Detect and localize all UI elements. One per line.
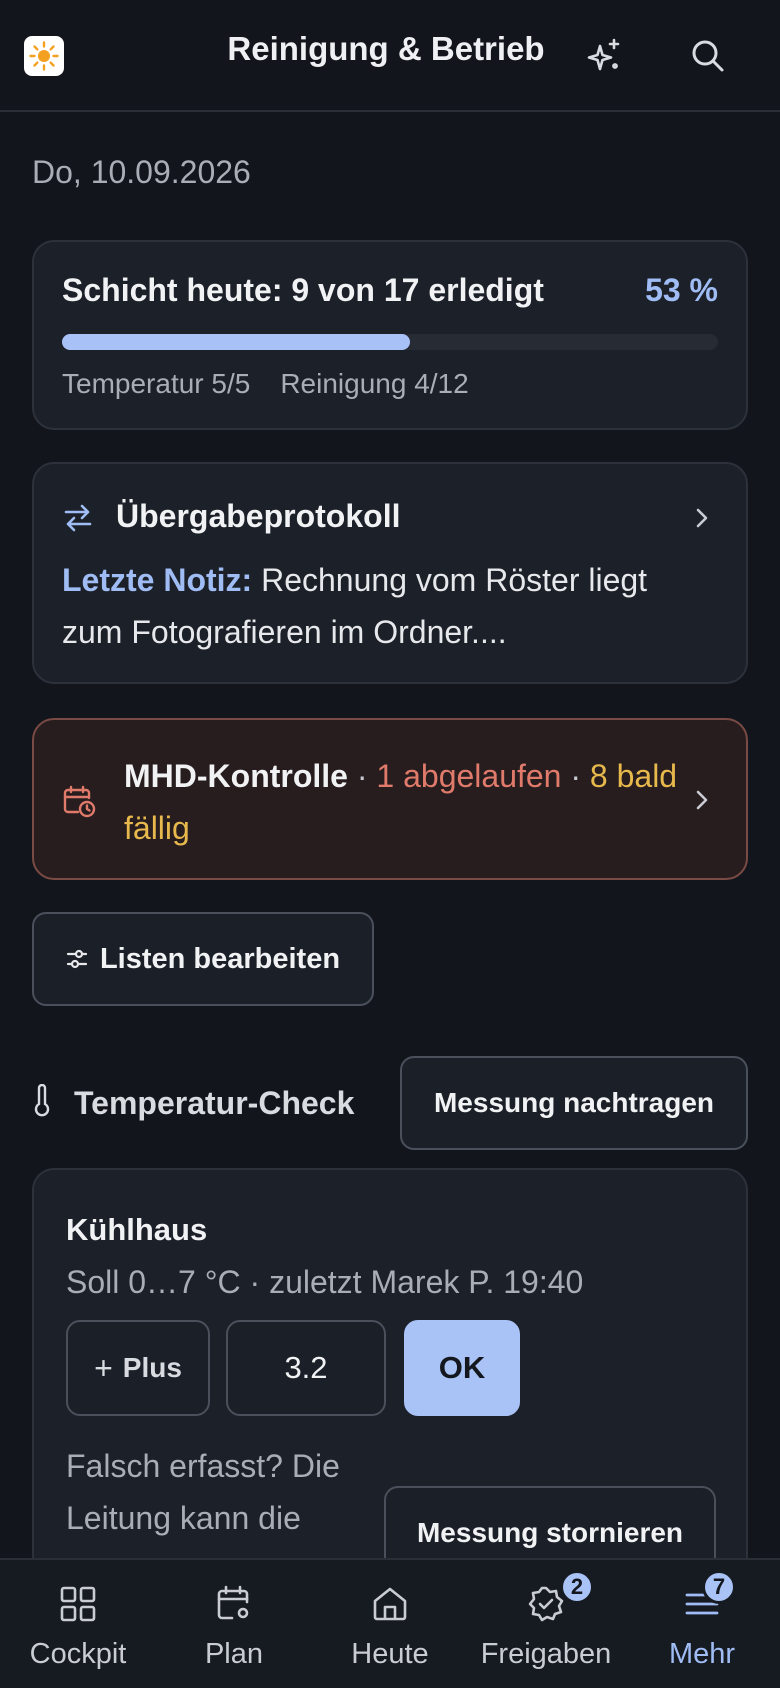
top-bar: Reinigung & Betrieb: [0, 0, 780, 112]
handover-note: Letzte Notiz: Rechnung vom Röster liegt …: [62, 554, 702, 658]
chevron-right-icon: [690, 506, 714, 530]
plus-label: Plus: [122, 1352, 182, 1383]
ok-button[interactable]: OK: [404, 1320, 520, 1416]
home-icon: [368, 1582, 412, 1626]
nav-item-plan[interactable]: Plan: [156, 1560, 312, 1688]
note-label: Letzte Notiz:: [62, 562, 253, 598]
more-badge: 7: [702, 1570, 736, 1604]
shift-progress-bar: [62, 334, 718, 350]
handover-card[interactable]: Übergabeprotokoll Letzte Notiz: Rechnung…: [32, 462, 748, 684]
mhd-title: MHD-Kontrolle: [124, 758, 348, 794]
thermometer-icon: [32, 1083, 52, 1123]
nav-label-more: Mehr: [668, 1638, 736, 1670]
mhd-summary: MHD-Kontrolle · 1 abgelaufen · 8 bald fä…: [124, 750, 684, 854]
mhd-separator: ·: [347, 758, 377, 794]
shift-percent: 53 %: [645, 272, 718, 308]
temperature-count: Temperatur 5/5: [62, 368, 251, 399]
shift-progress-card: Schicht heute: 9 von 17 erledigt 53 % Te…: [32, 240, 748, 430]
mhd-expired: 1 abgelaufen: [376, 758, 562, 794]
bottom-navigation: Cockpit Plan Heute 2 Freigaben 7 Mehr: [0, 1558, 780, 1688]
edit-lists-label: Listen bearbeiten: [99, 942, 341, 975]
swap-arrows-icon: [62, 502, 94, 539]
cold-room-subtitle: Soll 0…7 °C · zuletzt Marek P. 19:40: [66, 1264, 584, 1300]
cold-room-title: Kühlhaus: [66, 1212, 208, 1247]
mhd-separator: ·: [561, 758, 590, 794]
sparkle-icon[interactable]: [582, 34, 626, 78]
mhd-control-card[interactable]: MHD-Kontrolle · 1 abgelaufen · 8 bald fä…: [32, 718, 748, 880]
page-title: Reinigung & Betrieb: [227, 30, 545, 67]
search-icon[interactable]: [686, 34, 730, 78]
nav-item-today[interactable]: Heute: [312, 1560, 468, 1688]
edit-lists-button[interactable]: Listen bearbeiten: [32, 912, 374, 1006]
calendar-settings-icon: [212, 1582, 256, 1626]
nav-label-plan: Plan: [204, 1638, 264, 1670]
cleaning-count: Reinigung 4/12: [280, 368, 469, 399]
nav-item-approvals[interactable]: 2 Freigaben: [468, 1560, 624, 1688]
chevron-right-icon: [690, 788, 714, 812]
grid-icon: [56, 1582, 100, 1626]
nav-label-today: Heute: [351, 1638, 429, 1670]
plus-icon: +: [94, 1349, 113, 1386]
temperature-value-input[interactable]: 3.2: [226, 1320, 386, 1416]
nav-item-more[interactable]: 7 Mehr: [624, 1560, 780, 1688]
calendar-clock-icon: [62, 784, 96, 823]
add-measurement-button[interactable]: Messung nachtragen: [400, 1056, 748, 1150]
shift-breakdown: Temperatur 5/5 Reinigung 4/12: [62, 368, 469, 400]
plus-toggle-button[interactable]: + Plus: [66, 1320, 210, 1416]
temperature-check-title: Temperatur-Check: [74, 1085, 355, 1121]
nav-item-cockpit[interactable]: Cockpit: [0, 1560, 156, 1688]
sliders-icon: [66, 948, 88, 970]
nav-label-cockpit: Cockpit: [29, 1638, 127, 1670]
temperature-check-heading: Temperatur-Check: [32, 1083, 355, 1123]
nav-label-approvals: Freigaben: [480, 1638, 612, 1670]
handover-title: Übergabeprotokoll: [116, 498, 401, 534]
shift-title: Schicht heute: 9 von 17 erledigt: [62, 272, 544, 308]
shift-progress-fill: [62, 334, 410, 350]
approvals-badge: 2: [560, 1570, 594, 1604]
current-date: Do, 10.09.2026: [32, 154, 251, 190]
